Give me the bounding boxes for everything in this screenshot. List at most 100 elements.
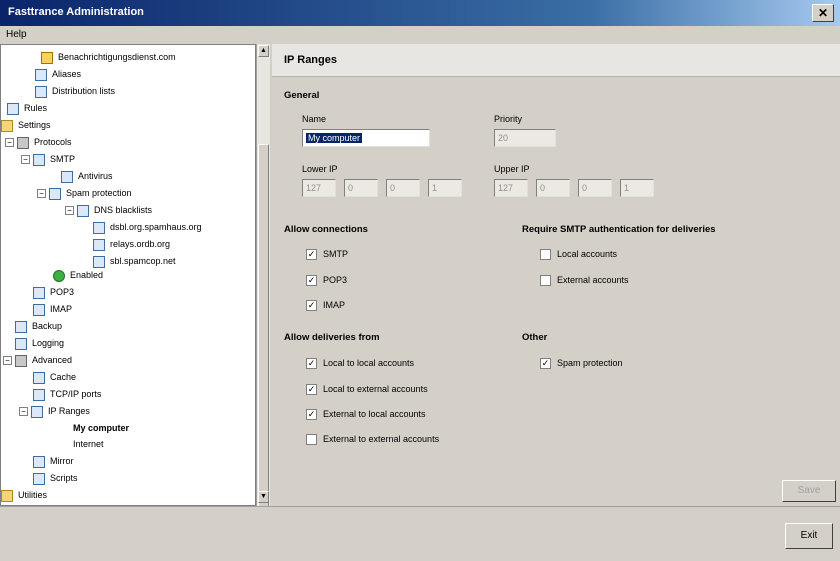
checkbox-box[interactable]: ✓ <box>306 384 317 396</box>
lower-ip-octet-1[interactable]: 127 <box>302 179 336 197</box>
allow-deliveries-heading: Allow deliveries from <box>284 332 380 343</box>
tree-item[interactable]: dsbl.org.spamhaus.org <box>93 220 202 234</box>
require-smtp-auth-heading: Require SMTP authentication for deliveri… <box>522 224 716 235</box>
checkbox-auth-local-accounts[interactable]: Local accounts <box>540 247 617 261</box>
tree-item[interactable]: Enabled <box>53 268 103 282</box>
page-icon <box>61 170 73 183</box>
folder-icon <box>1 119 13 132</box>
save-button[interactable]: Save <box>782 480 836 502</box>
upper-ip-octet-4[interactable]: 1 <box>620 179 654 197</box>
collapse-toggle-icon[interactable]: − <box>37 189 46 199</box>
collapse-toggle-icon[interactable]: − <box>19 407 28 417</box>
green-check-icon <box>53 269 65 282</box>
close-window-button[interactable]: ✕ <box>812 4 834 22</box>
checkbox-box[interactable]: ✓ <box>306 409 317 421</box>
checkbox-box[interactable] <box>540 249 551 261</box>
checkbox-pop3[interactable]: ✓ POP3 <box>306 273 347 287</box>
gear-icon <box>15 354 27 367</box>
tree-item[interactable]: Aliases <box>35 67 81 81</box>
name-label: Name <box>302 114 327 124</box>
checkbox-box[interactable]: ✓ <box>306 300 317 312</box>
page-icon <box>35 85 47 98</box>
checkbox-local-to-external[interactable]: ✓ Local to external accounts <box>306 382 428 396</box>
tree-item[interactable]: Utilities <box>1 488 47 502</box>
collapse-toggle-icon[interactable]: − <box>21 155 30 165</box>
tree-item[interactable]: − IP Ranges <box>19 404 90 418</box>
exit-button[interactable]: Exit <box>785 523 833 549</box>
tree-item[interactable]: Antivirus <box>61 169 113 183</box>
tree-item[interactable]: Internet <box>73 437 104 451</box>
upper-ip-octet-2[interactable]: 0 <box>536 179 570 197</box>
name-field[interactable]: My computer <box>302 129 430 147</box>
lower-ip-octet-2[interactable]: 0 <box>344 179 378 197</box>
tree-item[interactable]: − Advanced <box>3 353 72 367</box>
scroll-down-arrow-icon[interactable]: ▼ <box>258 491 269 503</box>
tree-item[interactable]: sbl.spamcop.net <box>93 254 176 268</box>
tree-item[interactable]: − Spam protection <box>37 186 132 200</box>
page-icon <box>49 187 61 200</box>
tree-item[interactable]: Scripts <box>33 471 78 485</box>
lower-ip-octet-4[interactable]: 1 <box>428 179 462 197</box>
tree-scrollbar[interactable]: ▲ ▼ <box>256 44 270 524</box>
tree-item[interactable]: Mirror <box>33 454 74 468</box>
checkbox-box[interactable]: ✓ <box>306 275 317 287</box>
lower-ip-label: Lower IP <box>302 164 338 174</box>
tree-item[interactable]: IMAP <box>33 302 72 316</box>
tree-item[interactable]: TCP/IP ports <box>33 387 101 401</box>
folder-icon <box>1 489 13 502</box>
checkbox-auth-external-accounts[interactable]: External accounts <box>540 273 629 287</box>
checkbox-smtp[interactable]: ✓ SMTP <box>306 247 348 261</box>
tree-item[interactable]: Backup <box>15 319 62 333</box>
upper-ip-octet-3[interactable]: 0 <box>578 179 612 197</box>
tree-item[interactable]: Distribution lists <box>35 84 115 98</box>
checkbox-box[interactable]: ✓ <box>306 358 317 370</box>
tree-item[interactable]: POP3 <box>33 285 74 299</box>
scroll-thumb[interactable] <box>258 144 269 524</box>
page-icon <box>93 221 105 234</box>
warning-icon <box>41 51 53 64</box>
page-icon <box>15 320 27 333</box>
navigation-tree[interactable]: Benachrichtigungsdienst.com Aliases Dist… <box>0 44 256 506</box>
tree-item[interactable]: − Protocols <box>5 135 72 149</box>
page-icon <box>7 102 19 115</box>
footer-bar: Exit <box>0 506 840 561</box>
priority-field[interactable]: 20 <box>494 129 556 147</box>
checkbox-local-to-local[interactable]: ✓ Local to local accounts <box>306 356 414 370</box>
tree-item[interactable]: relays.ordb.org <box>93 237 170 251</box>
scroll-up-arrow-icon[interactable]: ▲ <box>258 45 269 57</box>
page-icon <box>77 204 89 217</box>
checkbox-external-to-local[interactable]: ✓ External to local accounts <box>306 407 426 421</box>
tree-item[interactable]: Cache <box>33 370 76 384</box>
checkbox-box[interactable] <box>540 275 551 287</box>
collapse-toggle-icon[interactable]: − <box>65 206 74 216</box>
collapse-toggle-icon[interactable]: − <box>3 356 12 366</box>
tree-item-selected[interactable]: My computer <box>73 421 129 435</box>
tree-item[interactable]: − DNS blacklists <box>65 203 152 217</box>
checkbox-spam-protection[interactable]: ✓ Spam protection <box>540 356 623 370</box>
checkbox-box[interactable]: ✓ <box>540 358 551 370</box>
upper-ip-label: Upper IP <box>494 164 530 174</box>
checkbox-external-to-external[interactable]: External to external accounts <box>306 432 439 446</box>
tree-item[interactable]: Settings <box>1 118 51 132</box>
page-icon <box>93 255 105 268</box>
tree-item[interactable]: Logging <box>15 336 64 350</box>
checkbox-imap[interactable]: ✓ IMAP <box>306 298 345 312</box>
lower-ip-octet-3[interactable]: 0 <box>386 179 420 197</box>
tree-item[interactable]: Rules <box>7 101 47 115</box>
gear-icon <box>17 136 29 149</box>
page-icon <box>33 371 45 384</box>
checkbox-box[interactable] <box>306 434 317 446</box>
page-icon <box>33 303 45 316</box>
page-icon <box>15 337 27 350</box>
upper-ip-octet-1[interactable]: 127 <box>494 179 528 197</box>
page-icon <box>33 153 45 166</box>
tree-item[interactable]: − SMTP <box>21 152 75 166</box>
general-heading: General <box>284 90 320 101</box>
other-heading: Other <box>522 332 548 343</box>
tree-item[interactable]: Benachrichtigungsdienst.com <box>41 50 176 64</box>
page-icon <box>31 405 43 418</box>
menu-help[interactable]: Help <box>6 29 27 40</box>
collapse-toggle-icon[interactable]: − <box>5 138 14 148</box>
checkbox-box[interactable]: ✓ <box>306 249 317 261</box>
page-icon <box>35 68 47 81</box>
